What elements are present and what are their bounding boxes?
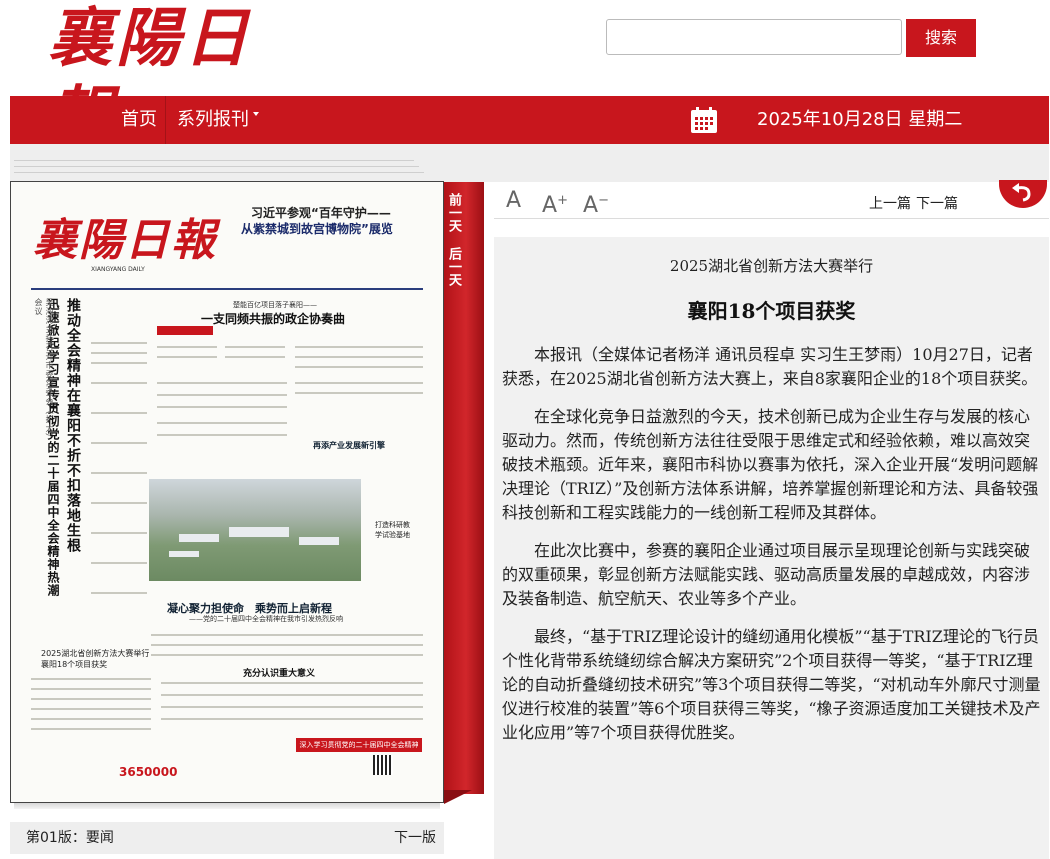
paper-photo[interactable] [149,479,361,581]
newspaper-page-thumbnail[interactable]: 襄陽日報 XIANGYANG DAILY 习近平参观“百年守护—— 从紫禁城到故… [10,181,444,803]
paper-red-tag [157,326,213,335]
paper-brief-title[interactable]: 2025湖北省创新方法大赛举行 襄阳18个项目获奖 [41,648,151,670]
current-page-label[interactable]: 第01版：要闻 [26,822,114,854]
search-input[interactable] [606,19,902,55]
font-normal-button[interactable]: A [506,188,521,214]
next-page-link[interactable]: 下一版 [394,822,436,854]
caret-down-icon [253,112,259,116]
nav-divider [165,96,166,144]
article-subtitle: 2025湖北省创新方法大赛举行 [669,257,874,275]
stack-line [14,160,414,161]
article-paragraph: 在此次比赛中，参赛的襄阳企业通过项目展示呈现理论创新与实践突破的双重硕果，彰显创… [502,541,1031,608]
paper-bottom-title[interactable]: 充分认识重大意义 [243,666,315,679]
paper-photo-caption: 打造科研教学试验基地 [375,521,410,539]
paper-masthead-sub: XIANGYANG DAILY [91,266,145,273]
paper-red-strip: 深入学习贯彻党的二十届四中全会精神 [296,738,422,752]
search-button[interactable]: 搜索 [906,19,976,57]
article-paragraph: 最终，“基于TRIZ理论设计的缝纫通用化模板”“基于TRIZ理论的飞行员个性化背… [502,627,1041,742]
paper-shadow [14,803,440,809]
paper-headline-top[interactable]: 习近平参观“百年守护—— [251,204,391,221]
paper-rule [31,288,423,290]
page-bar: 第01版：要闻 下一版 [10,822,444,854]
paper-mid-sub: ——党的二十届四中全会精神在我市引发热烈反响 [189,615,343,623]
font-smaller-button[interactable]: A− [583,188,609,219]
article-title: 襄阳18个项目获奖 [687,299,856,323]
nav-home[interactable]: 首页 [121,96,157,144]
site-logo[interactable]: 襄陽日報 [48,0,308,154]
back-button[interactable] [999,180,1047,208]
next-day-button[interactable]: 后一天 [444,240,466,292]
article-body: 本报讯（全媒体记者杨洋 通讯员程卓 实习生王梦雨）10月27日，记者获悉，在20… [502,343,1042,759]
paper-stack-band [10,144,1049,182]
paper-center-title[interactable]: 一支同频共振的政企协奏曲 [201,310,345,327]
prev-day-button[interactable]: 前一天 [444,186,466,238]
back-arrow-icon [1012,183,1031,202]
paper-center-kicker: 楚能百亿项目落子襄阳—— [233,301,317,309]
main-navbar: 首页 系列报刊 2025年10月28日 星期二 [10,96,1049,144]
article-paragraph: 在全球化竞争日益激烈的今天，技术创新已成为企业生存与发展的核心驱动力。然而，传统… [502,407,1039,522]
paper-lead-small: 吴海涛主持召开市委常委会（扩大）会议 [34,298,54,442]
calendar-icon[interactable] [690,106,718,134]
article-paragraph: 本报讯（全媒体记者杨洋 通讯员程卓 实习生王梦雨）10月27日，记者获悉，在20… [502,345,1038,388]
ribbon-fold [444,790,472,804]
toolbar-divider [494,218,1049,219]
paper-headline-top-2[interactable]: 从紫禁城到故宫博物院”展览 [241,220,393,237]
qr-code-icon [373,755,393,775]
paper-masthead: 襄陽日報 [33,215,217,266]
stack-line [14,172,424,173]
paper-side-title[interactable]: 再添产业发展新引擎 [313,440,385,451]
paper-circulation: 3650000 [119,765,178,779]
day-ribbon: 前一天 后一天 [444,182,484,794]
article-panel: 2025湖北省创新方法大赛举行 襄阳18个项目获奖 本报讯（全媒体记者杨洋 通讯… [494,237,1049,859]
current-date: 2025年10月28日 星期二 [757,109,963,130]
nav-series-dropdown[interactable]: 系列报刊 [177,96,259,144]
next-article-link[interactable]: 下一篇 [916,193,958,213]
font-larger-button[interactable]: A+ [542,188,568,219]
nav-series-label: 系列报刊 [177,109,249,130]
prev-article-link[interactable]: 上一篇 [869,193,911,213]
paper-lead-headline[interactable]: 推动全会精神在襄阳不折不扣落地生根 [63,298,83,628]
stack-line [14,166,419,167]
